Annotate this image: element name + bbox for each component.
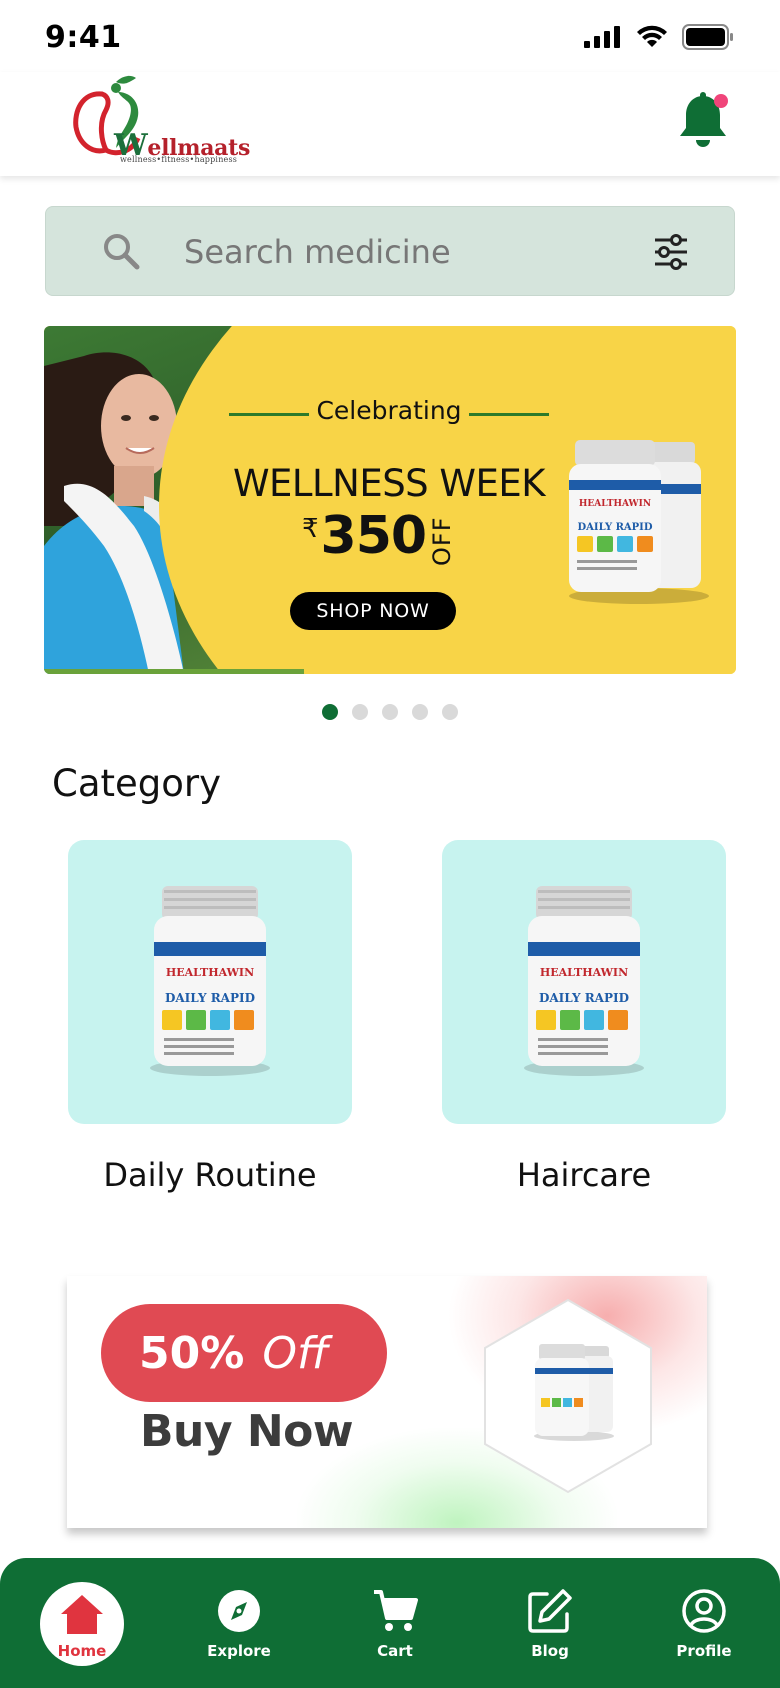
hero-off-label: OFF — [428, 516, 456, 567]
carousel-dot-3[interactable] — [382, 704, 398, 720]
nav-explore[interactable]: Explore — [174, 1558, 304, 1688]
cart-icon — [374, 1590, 418, 1631]
hero-discount-amount: 350 — [320, 506, 428, 566]
app-header: Wellmaats wellness•fitness•happiness — [0, 72, 780, 176]
category-label[interactable]: Daily Routine — [68, 1156, 352, 1194]
discount-pill: 50% Off — [101, 1304, 387, 1402]
supplement-bottles-image — [534, 1344, 614, 1441]
svg-text:HEALTHAWIN: HEALTHAWIN — [166, 966, 254, 979]
category-section-title: Category — [52, 762, 222, 805]
category-card-daily-routine[interactable]: HEALTHAWIN DAILY RAPID — [68, 840, 352, 1124]
carousel-dot-4[interactable] — [412, 704, 428, 720]
nav-label: Blog — [531, 1642, 569, 1660]
cellular-signal-icon — [584, 26, 620, 48]
svg-text:DAILY RAPID: DAILY RAPID — [577, 522, 652, 533]
nav-label: Home — [57, 1642, 107, 1660]
search-input[interactable] — [184, 229, 604, 275]
status-icons — [584, 24, 734, 50]
currency-symbol: ₹ — [302, 514, 319, 544]
category-card-haircare[interactable]: HEALTHAWIN DAILY RAPID — [442, 840, 726, 1124]
home-icon — [61, 1595, 103, 1634]
promo-banner[interactable]: 50% Off Buy Now — [67, 1276, 707, 1528]
bottom-navigation: Home Explore Cart Blog Profile — [0, 1558, 780, 1688]
svg-text:DAILY RAPID: DAILY RAPID — [165, 991, 255, 1005]
hero-accent-strip — [44, 669, 304, 674]
nav-label: Explore — [207, 1642, 271, 1660]
carousel-pagination — [322, 704, 458, 720]
user-circle-icon — [682, 1589, 726, 1633]
category-label[interactable]: Haircare — [442, 1156, 726, 1194]
buy-now-button[interactable]: Buy Now — [140, 1406, 354, 1457]
svg-text:HEALTHAWIN: HEALTHAWIN — [540, 966, 628, 979]
status-bar: 9:41 — [0, 0, 780, 72]
compass-icon — [218, 1590, 260, 1632]
hero-headline: WELLNESS WEEK — [232, 462, 546, 505]
edit-icon — [528, 1589, 572, 1633]
shop-now-button[interactable]: SHOP NOW — [290, 592, 456, 630]
nav-label: Cart — [377, 1642, 413, 1660]
supplement-bottle-image: HEALTHAWIN DAILY RAPID — [524, 886, 644, 1076]
battery-icon — [682, 24, 733, 50]
carousel-dot-5[interactable] — [442, 704, 458, 720]
notification-badge — [714, 94, 728, 108]
search-bar[interactable] — [45, 206, 735, 296]
wifi-icon — [637, 25, 667, 47]
filter-icon[interactable] — [652, 233, 690, 271]
hero-banner[interactable]: Celebrating WELLNESS WEEK ₹ 350 OFF SHOP… — [44, 326, 736, 674]
svg-text:HEALTHAWIN: HEALTHAWIN — [579, 499, 651, 509]
nav-label: Profile — [676, 1642, 732, 1660]
svg-text:DAILY RAPID: DAILY RAPID — [539, 991, 629, 1005]
nav-cart[interactable]: Cart — [330, 1558, 460, 1688]
hero-price: ₹ 350 — [302, 506, 428, 566]
nav-blog[interactable]: Blog — [485, 1558, 615, 1688]
search-icon — [104, 234, 140, 270]
logo-tagline: wellness•fitness•happiness — [120, 155, 238, 164]
supplement-bottles-image: HEALTHAWIN DAILY RAPID — [569, 440, 709, 604]
supplement-bottle-image: HEALTHAWIN DAILY RAPID — [150, 886, 270, 1076]
hero-celebrating-text: Celebrating — [229, 396, 549, 425]
status-time: 9:41 — [45, 20, 122, 55]
nav-profile[interactable]: Profile — [639, 1558, 769, 1688]
carousel-dot-2[interactable] — [352, 704, 368, 720]
discount-off-label: Off — [262, 1327, 329, 1379]
discount-percent: 50% — [139, 1327, 245, 1379]
notification-button[interactable] — [676, 92, 730, 150]
carousel-dot-1[interactable] — [322, 704, 338, 720]
wellmaats-logo[interactable]: Wellmaats wellness•fitness•happiness — [72, 72, 250, 172]
nav-home[interactable]: Home — [17, 1558, 147, 1688]
